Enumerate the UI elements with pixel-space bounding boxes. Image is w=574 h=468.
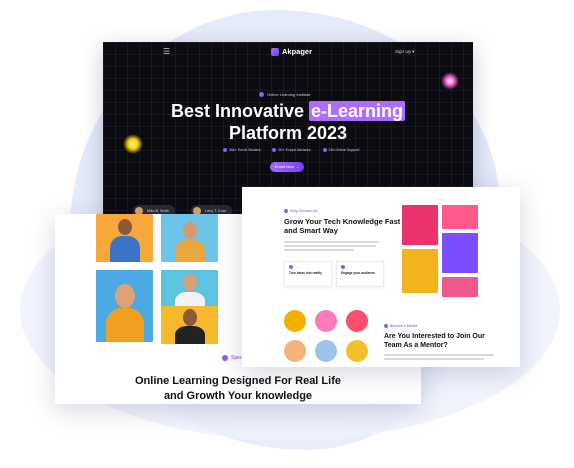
feature-item: 50+ Expert Advisors: [272, 148, 311, 153]
hero-title-line2: Platform 2023: [228, 123, 348, 143]
mentor-photo: [402, 205, 438, 245]
enroll-label: Enroll Now: [274, 164, 295, 169]
student-photo: [161, 306, 218, 344]
feature-box-title: Turn Ideas into reality: [289, 271, 322, 275]
hero-features: 36k+ Enroll Student 50+ Expert Advisors …: [223, 148, 360, 153]
person-head: [183, 222, 197, 239]
menu-icon[interactable]: ☰: [163, 48, 171, 56]
why-tag-label: Why Choose Us: [290, 209, 318, 213]
student-photo: [161, 214, 218, 262]
avatar: [346, 340, 368, 362]
avatar: [346, 310, 368, 332]
feature-label: 24h Online Support: [328, 148, 360, 152]
mentor-photo: [402, 249, 438, 293]
instructor-name: Larry T. Coxe: [205, 209, 227, 213]
student-photo: [96, 214, 153, 262]
why-title: Grow Your Tech Knowledge Fast and Smart …: [284, 217, 401, 235]
badge-dot-icon: [259, 92, 264, 97]
avatar: [284, 340, 306, 362]
paragraph-line: [284, 241, 379, 243]
instructor-name: Mike B. Smith: [147, 209, 170, 213]
person-body: [175, 326, 205, 344]
section-title-line1: Online Learning Designed For Real Life: [135, 375, 341, 387]
paragraph-line: [284, 249, 354, 251]
person-body: [175, 240, 205, 262]
paragraph-line: [384, 358, 484, 360]
mentor-photo: [442, 233, 478, 273]
check-icon: [272, 148, 277, 153]
hero-title: Best Innovative e-Learning Platform 2023: [103, 100, 473, 144]
logo-text: Akpager: [282, 47, 313, 56]
section-title-line2: and Growth Your knowledge: [163, 390, 313, 402]
hero-badge-label: Online Learning Institute: [267, 92, 311, 97]
hero-title-prefix: Best Innovative: [170, 101, 310, 121]
tag-dot-icon: [222, 355, 228, 361]
feature-icon: [289, 265, 293, 269]
avatar: [284, 310, 306, 332]
hero-badge: Online Learning Institute: [259, 92, 310, 97]
feature-label: 36k+ Enroll Student: [229, 148, 261, 152]
mentor-tag: Become A Mentor: [384, 324, 418, 328]
person-head: [183, 274, 197, 291]
person-body: [110, 236, 140, 262]
avatar: [315, 310, 337, 332]
why-choose-us-preview: Why Choose Us Grow Your Tech Knowledge F…: [242, 187, 520, 367]
hero-title-highlight: e-Learning: [309, 101, 406, 121]
figma-glow-icon: [441, 72, 459, 90]
tag-dot-icon: [284, 209, 288, 213]
section-title: Online Learning Designed For Real Life a…: [55, 374, 421, 404]
paragraph-line: [384, 354, 494, 356]
person-head: [118, 219, 132, 235]
mentor-title: Are You Interested to Join Our Team As a…: [384, 333, 485, 349]
paragraph-line: [284, 245, 376, 247]
feature-item: 36k+ Enroll Student: [223, 148, 261, 153]
signup-label: Sign Up: [395, 49, 412, 54]
mentor-tag-label: Become A Mentor: [390, 324, 418, 328]
logo[interactable]: Akpager: [271, 47, 312, 56]
check-icon: [322, 148, 327, 153]
mentor-photo: [442, 205, 478, 229]
feature-label: 50+ Expert Advisors: [278, 148, 311, 152]
tag-dot-icon: [384, 324, 388, 328]
person-head: [183, 309, 197, 326]
feature-box-title: Engage your audience: [341, 271, 376, 275]
top-navbar: ☰ Akpager Sign Up ▾: [103, 47, 473, 61]
feature-icon: [341, 265, 345, 269]
check-icon: [223, 148, 227, 153]
feature-item: 24h Online Support: [322, 148, 360, 153]
why-tag: Why Choose Us: [284, 209, 317, 213]
person-body: [106, 308, 144, 342]
student-photo: [96, 270, 153, 342]
student-photo: [161, 270, 218, 310]
feature-box: Engage your audience: [336, 261, 384, 287]
feature-box: Turn Ideas into reality: [284, 261, 332, 287]
signup-link[interactable]: Sign Up ▾: [395, 49, 415, 55]
logo-icon: [271, 47, 279, 56]
enroll-now-button[interactable]: Enroll Now →: [270, 162, 304, 172]
mentor-photo: [442, 277, 478, 297]
avatar: [315, 340, 337, 362]
person-head: [115, 284, 135, 308]
